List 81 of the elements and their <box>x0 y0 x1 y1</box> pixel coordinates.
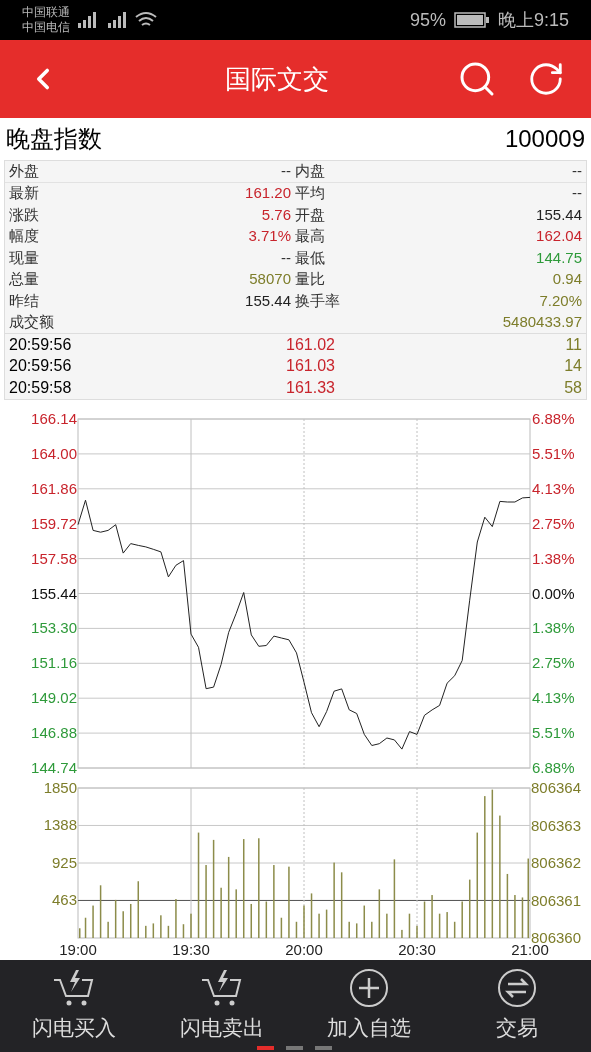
volume-axis-label: 1388 <box>43 815 77 833</box>
price-axis-label: 155.44 <box>31 584 77 601</box>
volume-axis-label: 806362 <box>531 853 582 871</box>
price-axis-label: 153.30 <box>31 618 77 636</box>
time-axis-label: 20:00 <box>285 940 323 958</box>
trade-volume: 58 <box>563 377 582 398</box>
carrier-name: 中国电信 <box>22 20 70 35</box>
instrument-code: 100009 <box>504 124 585 154</box>
quote-value: 162.04 <box>536 226 582 246</box>
quote-label: 现量 <box>9 247 39 268</box>
price-axis-label: 159.72 <box>31 514 77 532</box>
page-title: 国际文交 <box>223 62 330 96</box>
quote-label: 总量 <box>9 269 39 289</box>
trade-price: 161.33 <box>285 377 335 398</box>
quote-value: -- <box>281 247 291 268</box>
instrument-name: 晚盘指数 <box>6 124 102 154</box>
quote-label: 涨跌 <box>9 204 39 225</box>
price-axis-label: 149.02 <box>31 688 77 706</box>
quote-value: 155.44 <box>245 290 291 311</box>
volume-axis-label: 806363 <box>531 816 582 833</box>
carrier-name: 中国联通 <box>22 5 70 20</box>
quote-label: 幅度 <box>9 226 39 246</box>
quote-label: 平均 <box>295 183 325 203</box>
battery-percent: 95% <box>409 8 446 32</box>
quote-label: 最高 <box>295 226 325 246</box>
quote-label: 量比 <box>295 269 325 289</box>
quote-label: 外盘 <box>9 161 39 181</box>
volume-axis-label: 925 <box>51 853 77 871</box>
quote-value: 5480433.97 <box>502 312 582 332</box>
trade-time: 20:59:58 <box>9 377 73 398</box>
trade-time: 20:59:56 <box>9 334 73 355</box>
percent-axis-label: 0.00% <box>532 584 575 601</box>
percent-axis-label: 6.88% <box>532 758 575 776</box>
price-axis-label: 166.14 <box>31 409 77 427</box>
quote-label: 最低 <box>295 247 325 268</box>
percent-axis-label: 2.75% <box>532 514 575 532</box>
time-axis-label: 20:30 <box>398 940 436 958</box>
percent-axis-label: 1.38% <box>532 618 575 636</box>
trade-time: 20:59:56 <box>9 356 73 377</box>
price-axis-label: 146.88 <box>31 723 77 741</box>
percent-axis-label: 4.13% <box>532 688 575 706</box>
quote-value: 7.20% <box>539 290 582 311</box>
volume-axis-label: 463 <box>51 890 77 908</box>
price-axis-label: 164.00 <box>31 444 77 462</box>
price-axis-label: 157.58 <box>31 549 77 567</box>
price-axis-label: 151.16 <box>31 653 77 671</box>
quote-label: 昨结 <box>9 290 39 311</box>
volume-axis-label: 1850 <box>43 779 77 796</box>
quote-value: 0.94 <box>552 269 582 289</box>
trade-volume: 11 <box>564 334 582 355</box>
price-axis-label: 161.86 <box>31 479 77 497</box>
trade-volume: 14 <box>563 356 582 377</box>
quote-value: -- <box>572 161 582 181</box>
volume-axis-label: 806361 <box>531 891 582 908</box>
quote-value: 144.75 <box>536 247 582 268</box>
quote-value: -- <box>281 161 291 181</box>
quote-label: 成交额 <box>9 312 54 332</box>
volume-axis-label: 806364 <box>531 779 582 796</box>
quote-label: 开盘 <box>295 204 325 225</box>
quote-value: -- <box>572 183 582 203</box>
percent-axis-label: 4.13% <box>532 479 575 497</box>
percent-axis-label: 5.51% <box>532 444 575 462</box>
quote-value: 58070 <box>249 269 291 289</box>
quote-value: 5.76 <box>261 204 291 225</box>
time-axis-label: 19:30 <box>172 940 210 958</box>
clock: 晚上9:15 <box>497 8 569 32</box>
quote-label: 换手率 <box>295 290 340 311</box>
percent-axis-label: 5.51% <box>532 723 575 741</box>
volume-axis-label: 806360 <box>531 928 582 946</box>
percent-axis-label: 2.75% <box>532 653 575 671</box>
trade-price: 161.03 <box>285 356 335 377</box>
quote-value: 3.71% <box>248 226 291 246</box>
time-axis-label: 19:00 <box>59 940 97 958</box>
quote-value: 161.20 <box>245 183 291 203</box>
quote-label: 内盘 <box>295 161 325 181</box>
quote-label: 最新 <box>9 183 39 203</box>
trade-price: 161.02 <box>285 334 335 355</box>
price-axis-label: 144.74 <box>31 758 77 776</box>
percent-axis-label: 1.38% <box>532 549 575 567</box>
quote-value: 155.44 <box>536 204 582 225</box>
percent-axis-label: 6.88% <box>532 409 575 427</box>
